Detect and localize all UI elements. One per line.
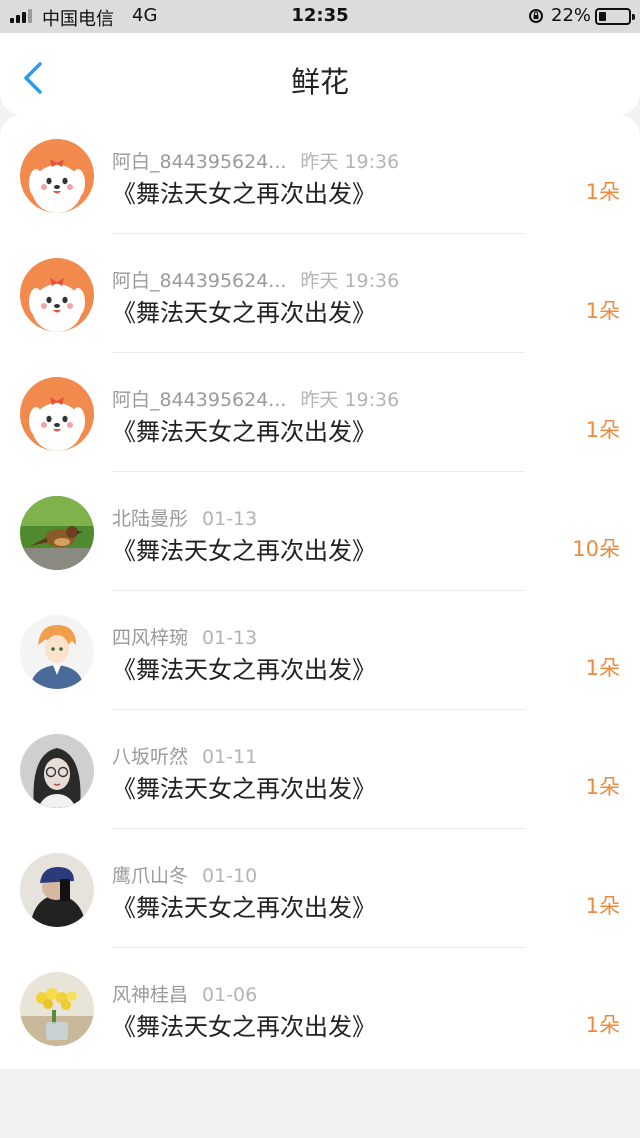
flower-list-item[interactable]: 鹰爪山冬 01-10 《舞法天女之再次出发》 1朵 — [0, 829, 640, 948]
send-time: 01-13 — [202, 508, 258, 530]
sender-name: 阿白_844395624... 昨天 19:36 — [112, 151, 400, 173]
send-time: 昨天 19:36 — [300, 270, 400, 292]
send-time: 01-10 — [202, 865, 258, 887]
flower-list: 阿白_844395624... 昨天 19:36 《舞法天女之再次出发》 1朵 阿… — [0, 115, 640, 1069]
send-time: 01-13 — [202, 627, 258, 649]
work-title: 《舞法天女之再次出发》 — [112, 775, 376, 803]
flower-list-item[interactable]: 风神桂昌 01-06 《舞法天女之再次出发》 1朵 — [0, 948, 640, 1067]
sender-name: 八坂听然 01-11 — [112, 746, 258, 768]
flower-list-item[interactable]: 阿白_844395624... 昨天 19:36 《舞法天女之再次出发》 1朵 — [0, 234, 640, 353]
work-title: 《舞法天女之再次出发》 — [112, 537, 376, 565]
cartoon-dog-avatar[interactable] — [20, 377, 94, 451]
send-time: 昨天 19:36 — [300, 151, 400, 173]
status-time: 12:35 — [291, 5, 349, 26]
flower-count: 1朵 — [585, 1013, 620, 1037]
flower-count: 1朵 — [585, 775, 620, 799]
sender-name: 北陆曼彤 01-13 — [112, 508, 258, 530]
flower-count: 1朵 — [585, 894, 620, 918]
sender-name: 鹰爪山冬 01-10 — [112, 865, 258, 887]
flower-list-item[interactable]: 四风梓琬 01-13 《舞法天女之再次出发》 1朵 — [0, 591, 640, 710]
work-title: 《舞法天女之再次出发》 — [112, 180, 376, 208]
nav-bar: 鲜花 — [0, 33, 640, 115]
flower-list-item[interactable]: 北陆曼彤 01-13 《舞法天女之再次出发》 10朵 — [0, 472, 640, 591]
flower-list-item[interactable]: 八坂听然 01-11 《舞法天女之再次出发》 1朵 — [0, 710, 640, 829]
rotation-lock-icon — [529, 9, 543, 23]
sender-name: 四风梓琬 01-13 — [112, 627, 258, 649]
flower-bouquet-avatar[interactable] — [20, 972, 94, 1046]
flower-count: 1朵 — [585, 656, 620, 680]
girl-with-glasses-avatar[interactable] — [20, 734, 94, 808]
flower-count: 10朵 — [572, 537, 620, 561]
cartoon-dog-avatar[interactable] — [20, 258, 94, 332]
send-time: 昨天 19:36 — [300, 389, 400, 411]
flower-list-item[interactable]: 阿白_844395624... 昨天 19:36 《舞法天女之再次出发》 1朵 — [0, 115, 640, 234]
person-with-cap-avatar[interactable] — [20, 853, 94, 927]
sender-name: 风神桂昌 01-06 — [112, 984, 258, 1006]
battery-percent: 22% — [551, 5, 592, 26]
work-title: 《舞法天女之再次出发》 — [112, 299, 376, 327]
anime-boy-avatar[interactable] — [20, 615, 94, 689]
battery-icon — [595, 8, 635, 25]
work-title: 《舞法天女之再次出发》 — [112, 894, 376, 922]
send-time: 01-06 — [202, 984, 258, 1006]
flower-count: 1朵 — [585, 418, 620, 442]
flower-count: 1朵 — [585, 180, 620, 204]
flower-list-item[interactable]: 阿白_844395624... 昨天 19:36 《舞法天女之再次出发》 1朵 — [0, 353, 640, 472]
work-title: 《舞法天女之再次出发》 — [112, 656, 376, 684]
work-title: 《舞法天女之再次出发》 — [112, 1013, 376, 1041]
cartoon-dog-avatar[interactable] — [20, 139, 94, 213]
send-time: 01-11 — [202, 746, 258, 768]
sender-name: 阿白_844395624... 昨天 19:36 — [112, 389, 400, 411]
status-bar: 中国电信 4G 12:35 22% — [0, 0, 640, 33]
flower-count: 1朵 — [585, 299, 620, 323]
sender-name: 阿白_844395624... 昨天 19:36 — [112, 270, 400, 292]
bird-photo-avatar[interactable] — [20, 496, 94, 570]
work-title: 《舞法天女之再次出发》 — [112, 418, 376, 446]
page-title: 鲜花 — [290, 65, 349, 99]
